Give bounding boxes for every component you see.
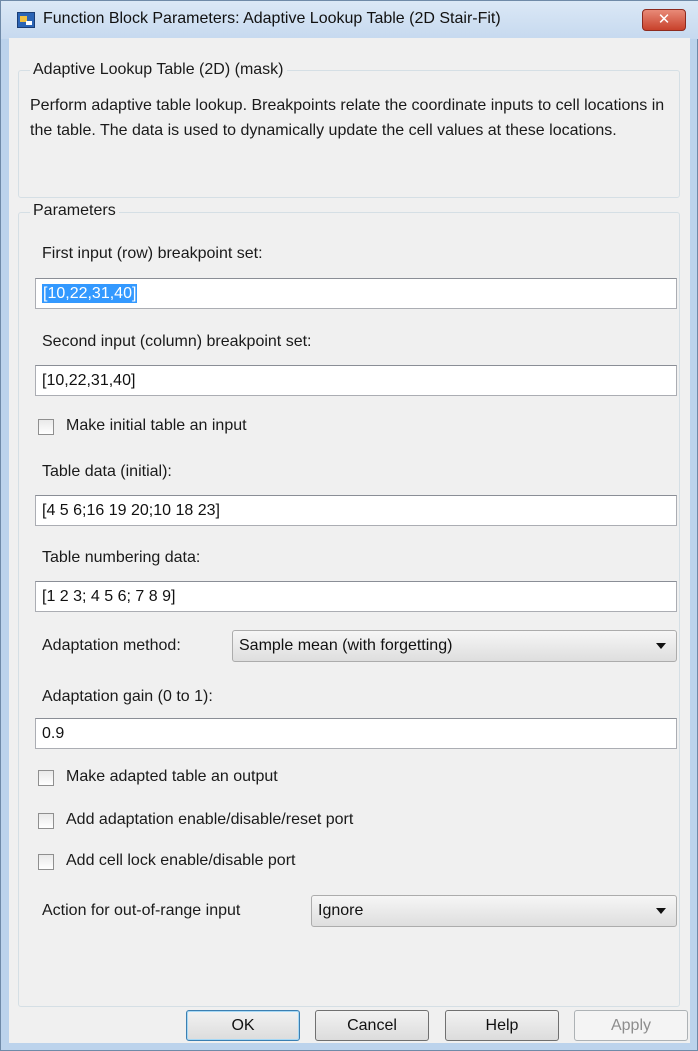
- adapted-table-output-checkbox[interactable]: [38, 770, 54, 786]
- matlab-app-icon: [17, 12, 35, 28]
- adaptation-method-label: Adaptation method:: [42, 637, 181, 654]
- window-title: Function Block Parameters: Adaptive Look…: [43, 10, 501, 27]
- adapted-table-output-label: Make adapted table an output: [66, 768, 278, 785]
- close-button[interactable]: ✕: [642, 9, 686, 31]
- initial-table-input-label: Make initial table an input: [66, 417, 247, 434]
- enable-reset-port-label: Add adaptation enable/disable/reset port: [66, 811, 354, 828]
- initial-table-input-checkbox[interactable]: [38, 419, 54, 435]
- out-of-range-label: Action for out-of-range input: [42, 902, 241, 919]
- row-breakpoints-field[interactable]: [10,22,31,40]: [35, 278, 677, 309]
- mask-group-title: Adaptive Lookup Table (2D) (mask): [30, 61, 287, 79]
- cell-lock-port-label: Add cell lock enable/disable port: [66, 852, 296, 869]
- cancel-button[interactable]: Cancel: [315, 1010, 429, 1041]
- dropdown-arrow-icon: [656, 908, 666, 914]
- table-numbering-label: Table numbering data:: [42, 549, 201, 566]
- enable-reset-port-checkbox[interactable]: [38, 813, 54, 829]
- dropdown-arrow-icon: [656, 643, 666, 649]
- table-numbering-field[interactable]: [1 2 3; 4 5 6; 7 8 9]: [35, 581, 677, 612]
- help-button[interactable]: Help: [445, 1010, 559, 1041]
- ok-button[interactable]: OK: [186, 1010, 300, 1041]
- table-data-label: Table data (initial):: [42, 463, 172, 480]
- title-bar[interactable]: Function Block Parameters: Adaptive Look…: [1, 1, 698, 39]
- out-of-range-value: Ignore: [318, 902, 364, 919]
- adaptation-method-value: Sample mean (with forgetting): [239, 637, 453, 654]
- mask-description-text: Perform adaptive table lookup. Breakpoin…: [30, 97, 665, 139]
- apply-button[interactable]: Apply: [574, 1010, 688, 1041]
- adaptation-gain-field[interactable]: 0.9: [35, 718, 677, 749]
- cell-lock-port-checkbox[interactable]: [38, 854, 54, 870]
- parameters-group-title: Parameters: [30, 202, 119, 220]
- out-of-range-dropdown[interactable]: Ignore: [311, 895, 677, 927]
- column-breakpoints-label: Second input (column) breakpoint set:: [42, 333, 312, 350]
- table-data-field[interactable]: [4 5 6;16 19 20;10 18 23]: [35, 495, 677, 526]
- row-breakpoints-label: First input (row) breakpoint set:: [42, 245, 263, 262]
- adaptation-method-dropdown[interactable]: Sample mean (with forgetting): [232, 630, 677, 662]
- row-breakpoints-value: [10,22,31,40]: [42, 284, 138, 303]
- adaptation-gain-label: Adaptation gain (0 to 1):: [42, 688, 213, 705]
- column-breakpoints-field[interactable]: [10,22,31,40]: [35, 365, 677, 396]
